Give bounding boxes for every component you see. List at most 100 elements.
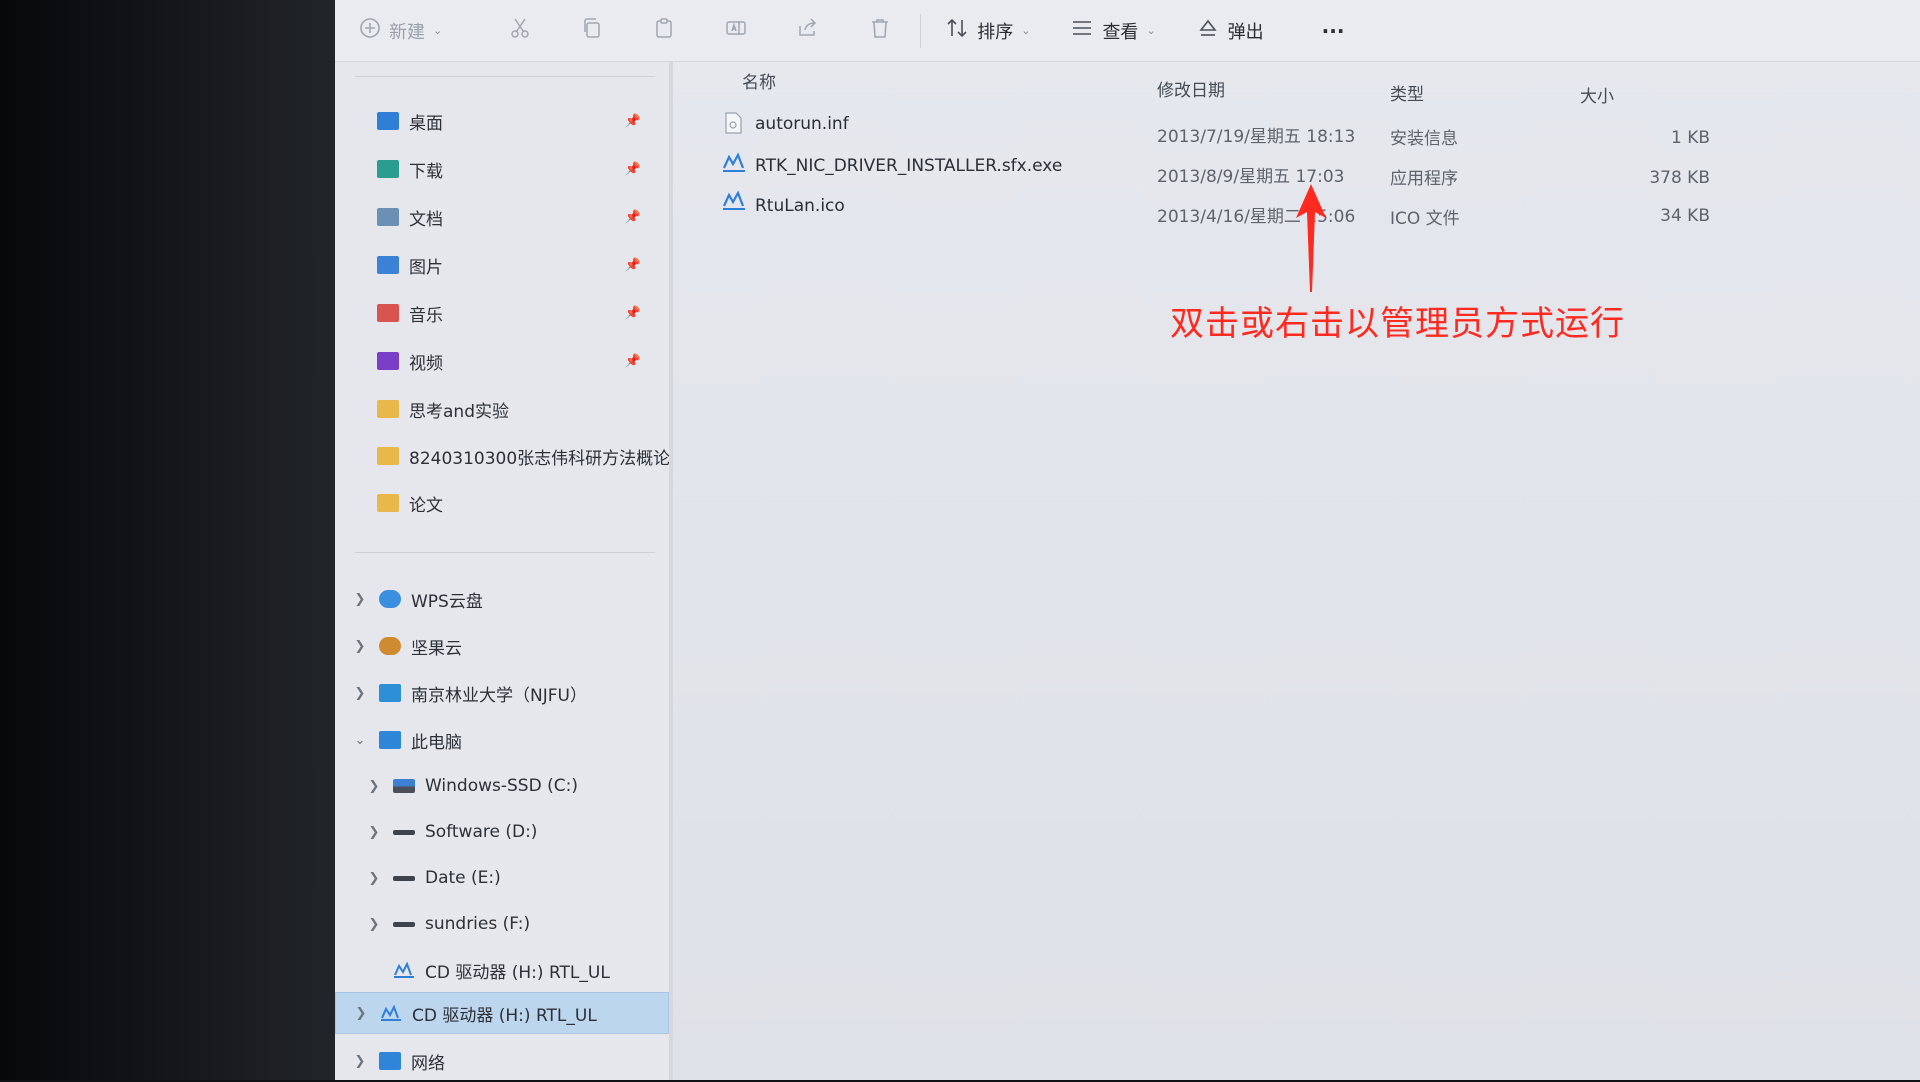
clipboard-icon	[652, 16, 676, 45]
sidebar-item-njfu[interactable]: ❯ 南京林业大学（NJFU）	[335, 672, 669, 714]
pin-icon[interactable]: 📌	[625, 306, 641, 321]
chevron-down-icon: ⌄	[1146, 24, 1156, 37]
nut-cloud-icon	[379, 637, 401, 655]
chevron-down-icon: ⌄	[1021, 24, 1031, 37]
settings-file-icon	[722, 112, 744, 134]
cut-button[interactable]	[494, 11, 546, 51]
sidebar-item-label: sundries (F:)	[425, 914, 531, 934]
more-options-button[interactable]: ···	[1308, 11, 1359, 51]
sidebar-item-drive-e[interactable]: ❯ Date (E:)	[335, 857, 669, 899]
sidebar-item-folder[interactable]: 思考and实验	[335, 388, 669, 430]
drive-icon	[393, 921, 415, 927]
music-folder-icon	[377, 304, 399, 322]
file-type: ICO 文件	[1390, 209, 1460, 229]
sidebar-item-drive-d[interactable]: ❯ Software (D:)	[335, 811, 669, 853]
chevron-right-icon[interactable]: ❯	[363, 779, 385, 794]
pin-icon[interactable]: 📌	[625, 354, 641, 369]
sidebar-item-videos[interactable]: 视频 📌	[335, 340, 669, 382]
drive-icon	[393, 875, 415, 881]
file-size: 1 KB	[1670, 128, 1710, 148]
sidebar-item-nut-cloud[interactable]: ❯ 坚果云	[335, 625, 669, 667]
cloud-icon	[379, 590, 401, 608]
sort-button[interactable]: 排序 ⌄	[931, 11, 1044, 51]
pictures-folder-icon	[377, 256, 399, 274]
chevron-right-icon[interactable]: ❯	[350, 1006, 372, 1021]
sidebar-item-label: 坚果云	[411, 638, 462, 659]
command-bar: 新建 ⌄ 排序 ⌄ 查看 ⌄ 弹出 ···	[335, 0, 1920, 62]
sidebar-item-label: Software (D:)	[425, 822, 538, 842]
onedrive-icon	[379, 684, 401, 702]
sidebar-item-label: 此电脑	[411, 732, 462, 753]
chevron-down-icon[interactable]: ⌄	[349, 733, 371, 748]
chevron-right-icon[interactable]: ❯	[349, 639, 371, 654]
rename-icon	[724, 16, 748, 45]
new-button-label: 新建	[389, 21, 425, 43]
desktop-folder-icon	[377, 112, 399, 130]
sidebar-item-desktop[interactable]: 桌面 📌	[335, 100, 669, 142]
new-button[interactable]: 新建 ⌄	[345, 11, 456, 51]
pin-icon[interactable]: 📌	[625, 210, 641, 225]
file-modified: 2013/7/19/星期五 18:13	[1157, 127, 1356, 147]
chevron-right-icon[interactable]: ❯	[363, 825, 385, 840]
paste-button[interactable]	[638, 11, 690, 51]
share-button[interactable]	[782, 11, 834, 51]
chevron-right-icon[interactable]: ❯	[349, 686, 371, 701]
plus-circle-icon	[359, 17, 381, 44]
sidebar-item-network[interactable]: ❯ 网络	[335, 1040, 669, 1082]
sidebar-item-music[interactable]: 音乐 📌	[335, 292, 669, 334]
network-icon	[379, 1052, 401, 1070]
pin-icon[interactable]: 📌	[625, 258, 641, 273]
sidebar-item-drive-h[interactable]: CD 驱动器 (H:) RTL_UL	[335, 949, 669, 991]
folder-icon	[377, 447, 399, 465]
sidebar-item-label: Date (E:)	[425, 868, 501, 888]
eject-button[interactable]: 弹出	[1182, 11, 1278, 51]
monitor-bezel	[0, 0, 335, 1080]
chevron-right-icon[interactable]: ❯	[363, 871, 385, 886]
sidebar-item-drive-c[interactable]: ❯ Windows-SSD (C:)	[335, 765, 669, 807]
computer-icon	[379, 731, 401, 749]
more-dots-icon: ···	[1321, 18, 1345, 43]
chevron-right-icon[interactable]: ❯	[349, 1054, 371, 1069]
share-icon	[796, 16, 820, 45]
sidebar-item-folder[interactable]: 论文	[335, 482, 669, 524]
sidebar-item-label: WPS云盘	[411, 591, 483, 612]
delete-button[interactable]	[854, 11, 906, 51]
sidebar-item-label: 8240310300张志伟科研方法概论	[409, 448, 669, 469]
sidebar-item-label: CD 驱动器 (H:) RTL_UL	[425, 962, 610, 983]
view-button[interactable]: 查看 ⌄	[1056, 11, 1169, 51]
copy-button[interactable]	[566, 11, 618, 51]
file-row[interactable]: autorun.inf 2013/7/19/星期五 18:13 安装信息 1 K…	[680, 104, 1920, 149]
eject-button-label: 弹出	[1227, 21, 1264, 43]
sidebar-item-label: 下载	[409, 161, 443, 182]
column-header-modified[interactable]: 修改日期	[1157, 76, 1225, 101]
toolbar-divider	[920, 13, 922, 48]
sidebar-item-label: Windows-SSD (C:)	[425, 776, 578, 796]
sidebar-divider	[355, 552, 655, 553]
chevron-right-icon[interactable]: ❯	[349, 592, 371, 607]
scissors-icon	[508, 16, 532, 45]
sidebar-item-label: 音乐	[409, 305, 443, 326]
pin-icon[interactable]: 📌	[625, 114, 641, 129]
file-name: RtuLan.ico	[755, 196, 845, 216]
sidebar-item-label: 桌面	[409, 113, 443, 134]
sidebar-item-drive-f[interactable]: ❯ sundries (F:)	[335, 903, 669, 945]
sidebar-item-cd-drive-selected[interactable]: ❯ CD 驱动器 (H:) RTL_UL	[335, 992, 669, 1034]
sidebar-item-pictures[interactable]: 图片 📌	[335, 244, 669, 286]
network-driver-icon	[722, 152, 745, 174]
sidebar-item-folder[interactable]: 8240310300张志伟科研方法概论	[335, 435, 669, 477]
rename-button[interactable]	[710, 11, 762, 51]
cd-drive-icon	[380, 1004, 402, 1022]
chevron-right-icon[interactable]: ❯	[363, 917, 385, 932]
sidebar-item-label: 网络	[411, 1053, 445, 1074]
column-header-name[interactable]: 名称	[742, 68, 776, 93]
annotation-arrow	[1293, 182, 1329, 298]
sidebar-item-downloads[interactable]: 下载 📌	[335, 148, 669, 190]
file-row[interactable]: RTK_NIC_DRIVER_INSTALLER.sfx.exe 2013/8/…	[680, 146, 1920, 189]
pin-icon[interactable]: 📌	[625, 162, 641, 177]
sidebar-item-documents[interactable]: 文档 📌	[335, 196, 669, 238]
sidebar-item-this-pc[interactable]: ⌄ 此电脑	[335, 719, 669, 761]
sort-arrows-icon	[945, 16, 969, 45]
column-header-type[interactable]: 类型	[1390, 80, 1424, 105]
sidebar-item-wps-cloud[interactable]: ❯ WPS云盘	[335, 578, 669, 620]
eject-icon	[1196, 16, 1220, 45]
